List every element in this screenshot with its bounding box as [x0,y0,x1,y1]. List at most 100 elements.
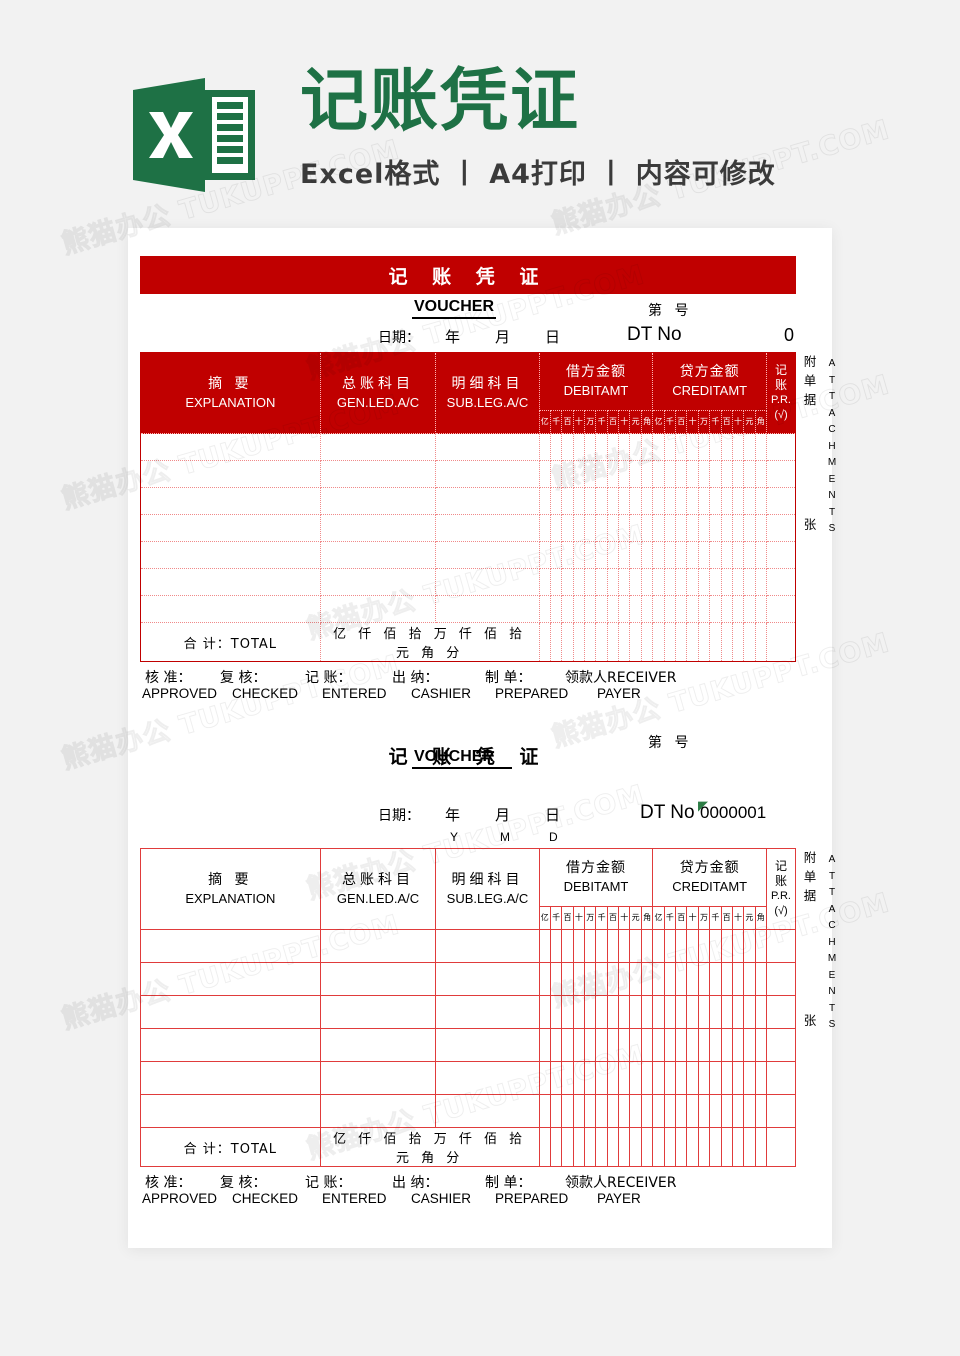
cell-pr[interactable] [766,433,796,461]
cell-explanation[interactable] [140,541,321,569]
cell-debit-digit[interactable] [629,962,642,996]
total-debit-digit[interactable] [584,622,597,662]
cell-credit-digit[interactable] [697,568,711,596]
cell-debit-digit[interactable] [629,433,642,461]
cell-credit-digit[interactable] [731,514,745,542]
cell-credit-digit[interactable] [709,929,722,963]
cell-debit-digit[interactable] [618,1028,631,1062]
total-pr[interactable] [766,1127,796,1167]
cell-credit-digit[interactable] [731,595,745,623]
cell-debit-digit[interactable] [538,995,551,1029]
cell-credit-digit[interactable] [754,514,768,542]
cell-credit-digit[interactable] [754,487,768,515]
cell-debit-digit[interactable] [538,1028,551,1062]
cell-debit-digit[interactable] [640,962,654,996]
total-credit-digit[interactable] [754,622,768,662]
cell-credit-digit[interactable] [743,1094,756,1128]
cell-credit-digit[interactable] [720,929,733,963]
table-row[interactable] [140,962,796,996]
cell-credit-digit[interactable] [709,962,722,996]
cell-credit-digit[interactable] [675,460,688,488]
table-row[interactable] [140,568,796,596]
cell-debit-digit[interactable] [538,487,551,515]
cell-debit-digit[interactable] [549,929,563,963]
cell-debit-digit[interactable] [595,487,608,515]
cell-credit-digit[interactable] [709,995,722,1029]
cell-credit-digit[interactable] [663,1061,677,1095]
cell-debit-digit[interactable] [584,487,597,515]
cell-debit-digit[interactable] [572,568,586,596]
total-debit-digit[interactable] [640,622,654,662]
cell-debit-digit[interactable] [618,433,631,461]
total-debit-digit[interactable] [584,1127,597,1167]
cell-debit-digit[interactable] [584,595,597,623]
cell-credit-digit[interactable] [697,1028,711,1062]
cell-credit-digit[interactable] [697,433,711,461]
cell-gen-ledger[interactable] [319,962,437,996]
cell-gen-ledger[interactable] [319,568,437,596]
cell-credit-digit[interactable] [731,962,745,996]
cell-credit-digit[interactable] [652,514,665,542]
cell-debit-digit[interactable] [549,962,563,996]
cell-credit-digit[interactable] [754,995,768,1029]
total-debit-digit[interactable] [538,622,551,662]
cell-debit-digit[interactable] [584,460,597,488]
cell-credit-digit[interactable] [720,995,733,1029]
cell-debit-digit[interactable] [606,595,620,623]
total-debit-digit[interactable] [561,1127,574,1167]
total-credit-digit[interactable] [652,1127,665,1167]
cell-sub-ledger[interactable] [435,541,540,569]
total-debit-digit[interactable] [606,1127,620,1167]
cell-debit-digit[interactable] [561,995,574,1029]
cell-credit-digit[interactable] [697,541,711,569]
table-row[interactable] [140,995,796,1029]
cell-credit-digit[interactable] [720,487,733,515]
cell-credit-digit[interactable] [731,487,745,515]
cell-debit-digit[interactable] [584,1061,597,1095]
cell-explanation[interactable] [140,433,321,461]
table-row[interactable] [140,1094,796,1128]
cell-credit-digit[interactable] [697,514,711,542]
cell-credit-digit[interactable] [743,568,756,596]
cell-pr[interactable] [766,1061,796,1095]
cell-credit-digit[interactable] [675,995,688,1029]
cell-credit-digit[interactable] [720,541,733,569]
cell-credit-digit[interactable] [709,1094,722,1128]
cell-debit-digit[interactable] [584,514,597,542]
cell-debit-digit[interactable] [595,1094,608,1128]
total-credit-digit[interactable] [675,1127,688,1167]
cell-sub-ledger[interactable] [435,595,540,623]
cell-debit-digit[interactable] [618,541,631,569]
cell-debit-digit[interactable] [561,1061,574,1095]
cell-credit-digit[interactable] [731,1028,745,1062]
cell-credit-digit[interactable] [754,1028,768,1062]
cell-credit-digit[interactable] [675,487,688,515]
cell-credit-digit[interactable] [675,1094,688,1128]
cell-debit-digit[interactable] [572,541,586,569]
cell-sub-ledger[interactable] [435,962,540,996]
total-credit-digit[interactable] [743,1127,756,1167]
cell-debit-digit[interactable] [640,541,654,569]
cell-credit-digit[interactable] [720,1028,733,1062]
cell-sub-ledger[interactable] [435,1061,540,1095]
cell-debit-digit[interactable] [629,1094,642,1128]
cell-debit-digit[interactable] [584,995,597,1029]
cell-gen-ledger[interactable] [319,595,437,623]
cell-credit-digit[interactable] [754,595,768,623]
total-credit-digit[interactable] [686,622,699,662]
cell-gen-ledger[interactable] [319,1028,437,1062]
cell-debit-digit[interactable] [618,568,631,596]
cell-credit-digit[interactable] [686,962,699,996]
cell-credit-digit[interactable] [697,595,711,623]
cell-debit-digit[interactable] [561,568,574,596]
table-row[interactable] [140,929,796,963]
cell-debit-digit[interactable] [606,929,620,963]
cell-credit-digit[interactable] [720,460,733,488]
cell-credit-digit[interactable] [663,487,677,515]
cell-pr[interactable] [766,541,796,569]
cell-credit-digit[interactable] [754,433,768,461]
cell-debit-digit[interactable] [549,514,563,542]
cell-debit-digit[interactable] [584,433,597,461]
total-credit-digit[interactable] [697,1127,711,1167]
total-debit-digit[interactable] [618,1127,631,1167]
